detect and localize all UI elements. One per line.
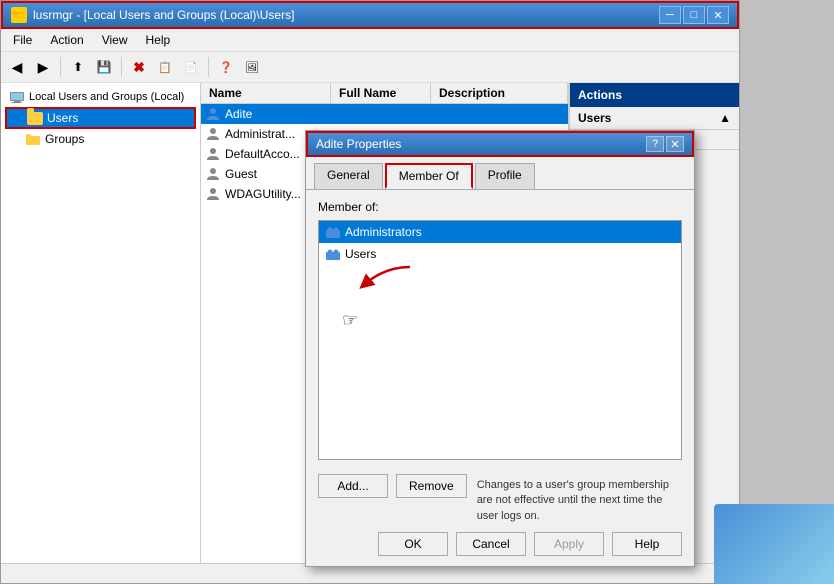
dialog-overlay: Adite Properties ? ✕ General Member Of P…	[0, 0, 834, 584]
dialog-title-bar: Adite Properties ? ✕	[306, 131, 694, 157]
tab-member-of-label: Member Of	[399, 169, 459, 183]
member-users-label: Users	[345, 247, 376, 261]
member-administrators-label: Administrators	[345, 225, 422, 239]
dialog-title: Adite Properties	[316, 137, 401, 151]
dialog-help-icon-button[interactable]: ?	[646, 136, 664, 152]
group-icon-administrators	[325, 224, 341, 240]
tab-bar: General Member Of Profile	[306, 157, 694, 189]
member-item-administrators[interactable]: Administrators	[319, 221, 681, 243]
ok-button[interactable]: OK	[378, 532, 448, 556]
group-icon-users	[325, 246, 341, 262]
apply-button[interactable]: Apply	[534, 532, 604, 556]
tab-profile[interactable]: Profile	[475, 163, 535, 189]
tab-general-label: General	[327, 168, 370, 182]
member-of-label: Member of:	[318, 200, 682, 214]
properties-dialog: Adite Properties ? ✕ General Member Of P…	[305, 130, 695, 567]
tab-general[interactable]: General	[314, 163, 383, 189]
tab-profile-label: Profile	[488, 168, 522, 182]
remove-button[interactable]: Remove	[396, 474, 467, 498]
dialog-title-controls: ? ✕	[646, 136, 684, 152]
dialog-close-button[interactable]: ✕	[666, 136, 684, 152]
dialog-content: Member of: Administrators	[306, 189, 694, 470]
help-button[interactable]: Help	[612, 532, 682, 556]
cancel-button[interactable]: Cancel	[456, 532, 526, 556]
add-button[interactable]: Add...	[318, 474, 388, 498]
member-item-users[interactable]: Users	[319, 243, 681, 265]
member-list[interactable]: Administrators Users	[318, 220, 682, 460]
note-text: Changes to a user's group membership are…	[477, 478, 682, 524]
tab-member-of[interactable]: Member Of	[385, 163, 473, 189]
